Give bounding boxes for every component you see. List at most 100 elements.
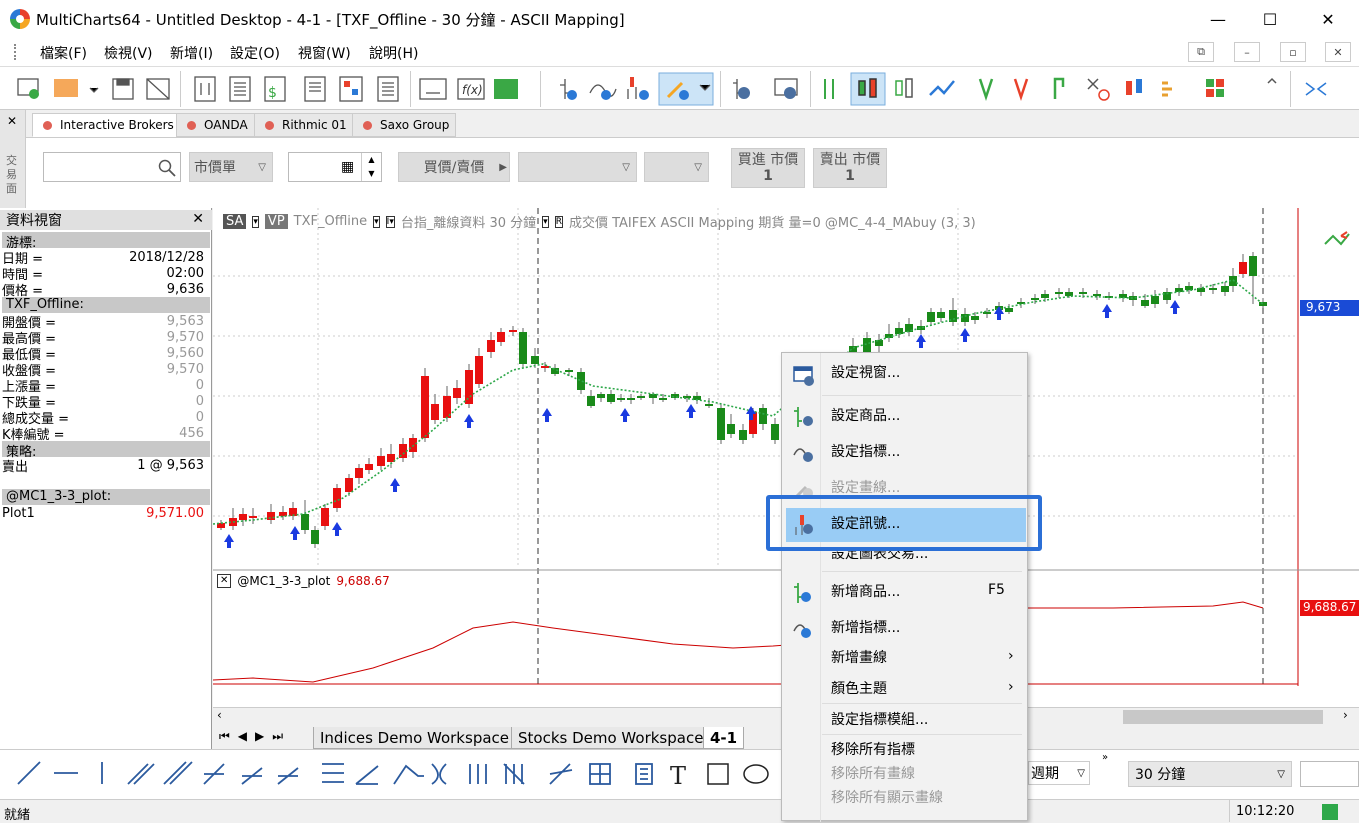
trade-arrows-icon[interactable]	[1321, 224, 1351, 252]
trade-bar-handle: ✕ 交易面	[0, 110, 26, 208]
plugin-icon	[494, 79, 518, 99]
scroll-thumb[interactable]	[1123, 710, 1323, 724]
resolution-select[interactable]: 30 分鐘 ▽	[1128, 761, 1292, 787]
buy-arrow	[1102, 304, 1112, 318]
chart-context-menu: 設定視窗... 設定商品... 設定指標... 設定畫線... 設定訊號... …	[781, 352, 1028, 822]
highlight-box	[766, 495, 1042, 551]
tab-indices-workspace[interactable]: Indices Demo Workspace	[313, 727, 517, 749]
close-subchart-icon[interactable]: ✕	[217, 574, 232, 588]
menu-insert-indicator[interactable]: 新增指標...	[782, 618, 1027, 638]
tab-stocks-workspace[interactable]: Stocks Demo Workspace	[511, 727, 711, 749]
resolution-input[interactable]	[1300, 761, 1359, 787]
calculator-icon[interactable]: ▦	[341, 159, 354, 175]
candle	[421, 376, 429, 438]
account-select[interactable]: ▽	[518, 152, 637, 182]
menu-bar: 檔案(F) 檢視(V) 新增(I) 設定(O) 視窗(W) 說明(H) ⧉ – …	[0, 38, 1359, 66]
buy-arrow	[464, 414, 474, 428]
menu-window[interactable]: 視窗(W)	[298, 43, 351, 63]
candle	[239, 514, 247, 520]
tab-interactive-brokers[interactable]: Interactive Brokers	[32, 113, 181, 137]
order-type-select[interactable]: 市價單 ▽	[189, 152, 273, 182]
tab-4-1[interactable]: 4-1	[703, 727, 745, 749]
data-row: K棒編號 = 456	[2, 425, 204, 443]
kagi-icon	[1053, 77, 1065, 99]
data-window: 資料視窗 ✕ 游標: 日期 = 2018/12/28 時間 = 02:00 價格 = 9…	[0, 208, 212, 798]
sa-button[interactable]: SA	[223, 214, 247, 229]
trendline-icon	[17, 761, 41, 785]
candle	[1239, 262, 1247, 274]
plot-section: @MC1_3-3_plot:	[2, 489, 210, 505]
maximize-button[interactable]: ☐	[1247, 0, 1293, 38]
rectangle-tool-icon	[707, 763, 729, 785]
menu-indicator-template[interactable]: 設定指標模組...	[782, 710, 1027, 730]
tab-nav-arrows[interactable]: ⏮◀▶⏭	[219, 729, 291, 744]
search-icon	[158, 159, 176, 177]
menu-color-theme[interactable]: 顏色主題	[782, 679, 1027, 699]
buy-arrow	[620, 408, 630, 422]
period-select[interactable]: 週期 ▽	[1028, 761, 1090, 785]
menu-format-window[interactable]: 設定視窗...	[782, 363, 1027, 383]
candle	[355, 468, 363, 478]
clock: 10:12:20	[1236, 804, 1295, 819]
connection-status-icon	[1322, 804, 1338, 820]
report-icon	[304, 76, 326, 102]
menu-help[interactable]: 說明(H)	[369, 43, 418, 63]
tab-saxo[interactable]: Saxo Group	[352, 113, 457, 137]
buy-arrow	[960, 328, 970, 342]
symbol-search-input[interactable]	[43, 152, 181, 182]
menu-remove-indicators[interactable]: 移除所有指標	[782, 740, 1027, 760]
buy-arrow	[224, 534, 234, 548]
candle	[895, 328, 903, 334]
bar-chart-icon	[824, 79, 834, 99]
sell-market-button[interactable]: 賣出 市價 1	[813, 148, 887, 188]
candle	[565, 370, 573, 372]
candle	[301, 514, 309, 530]
candle	[759, 408, 767, 424]
mdi-tile-icon[interactable]: ▫	[1280, 42, 1306, 62]
vp-button[interactable]: VP	[264, 214, 288, 229]
candle	[249, 516, 257, 518]
tif-select[interactable]: ▽	[644, 152, 709, 182]
menu-insert[interactable]: 新增(I)	[170, 43, 213, 63]
close-icon[interactable]: ✕	[192, 211, 204, 227]
mdi-minimize-icon[interactable]: –	[1234, 42, 1260, 62]
fib-levels-icon	[322, 763, 344, 783]
minimize-button[interactable]: —	[1195, 0, 1241, 38]
buy-market-button[interactable]: 買進 市價 1	[731, 148, 805, 188]
menu-file[interactable]: 檔案(F)	[40, 43, 87, 63]
candle	[487, 340, 495, 352]
mdi-restore-icon[interactable]: ⧉	[1188, 42, 1214, 62]
candle	[1041, 294, 1049, 298]
menu-format-symbol[interactable]: 設定商品...	[782, 406, 1027, 426]
menu-settings[interactable]: 設定(O)	[230, 43, 280, 63]
close-tradebar-icon[interactable]: ✕	[7, 114, 17, 128]
svg-text:$: $	[268, 85, 277, 101]
candle	[587, 396, 595, 406]
tab-rithmic[interactable]: Rithmic 01	[254, 113, 354, 137]
candle	[1249, 256, 1257, 276]
menu-view[interactable]: 檢視(V)	[104, 43, 153, 63]
plot-badge: 9,688.67	[1300, 600, 1359, 616]
close-button[interactable]: ✕	[1305, 0, 1351, 38]
menu-insert-drawing[interactable]: 新增畫線	[782, 648, 1027, 668]
candle	[431, 404, 439, 420]
menu-format-indicator[interactable]: 設定指標...	[782, 442, 1027, 462]
candle	[333, 488, 341, 508]
candle	[345, 478, 353, 492]
candle	[577, 372, 585, 390]
candle	[983, 312, 991, 314]
candle	[1031, 298, 1039, 300]
cursor-section: 游標:	[2, 232, 210, 251]
candle	[497, 332, 505, 342]
tab-oanda[interactable]: OANDA	[176, 113, 255, 137]
submenu-arrow-icon: ›	[1008, 648, 1014, 664]
symbol-label: TXF_Offline	[293, 214, 368, 229]
bid-ask-button[interactable]: 買價/賣價 ▶	[398, 152, 510, 182]
r-button[interactable]: R	[554, 215, 563, 228]
status-bar: 就緒 10:12:20	[0, 799, 1359, 823]
candle	[365, 464, 373, 470]
candle	[705, 404, 713, 406]
quantity-stepper[interactable]: ▦ ▲ ▼	[288, 152, 382, 182]
point-figure-icon	[978, 78, 994, 101]
mdi-close-icon[interactable]: ✕	[1325, 42, 1351, 62]
